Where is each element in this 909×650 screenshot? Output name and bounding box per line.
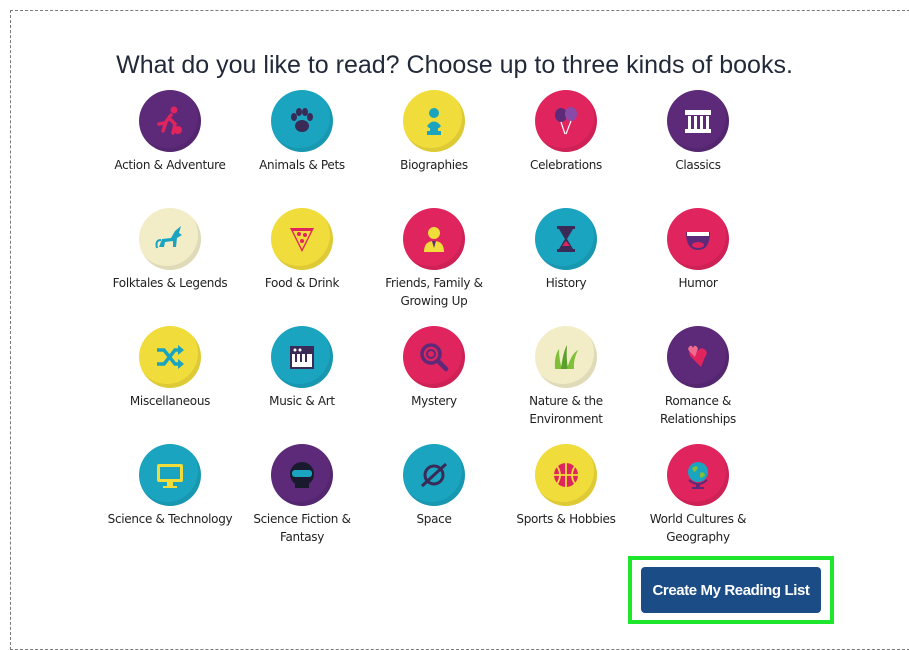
grass-icon	[535, 326, 597, 388]
person-icon	[403, 208, 465, 270]
category-mystery[interactable]: Mystery	[368, 326, 500, 444]
keyboard-icon	[271, 326, 333, 388]
category-label: Mystery	[411, 394, 457, 408]
category-biographies[interactable]: Biographies	[368, 90, 500, 208]
running-figure-icon	[139, 90, 201, 152]
category-grid: Action & Adventure Animals & Pets Biogra…	[104, 90, 764, 562]
bust-statue-icon	[403, 90, 465, 152]
category-label: Classics	[675, 158, 721, 172]
astronaut-helmet-icon	[271, 444, 333, 506]
category-food-drink[interactable]: Food & Drink	[236, 208, 368, 326]
magnifying-glass-icon	[403, 326, 465, 388]
category-label: Sports & Hobbies	[516, 512, 616, 526]
category-history[interactable]: History	[500, 208, 632, 326]
category-label: Space	[416, 512, 452, 526]
category-space[interactable]: Space	[368, 444, 500, 562]
category-science-technology[interactable]: Science & Technology	[104, 444, 236, 562]
hourglass-icon	[535, 208, 597, 270]
category-label: Science & Technology	[107, 512, 233, 526]
category-humor[interactable]: Humor	[632, 208, 764, 326]
category-label: Miscellaneous	[129, 394, 211, 408]
computer-monitor-icon	[139, 444, 201, 506]
category-label: History	[545, 276, 587, 290]
category-label: Biographies	[400, 158, 468, 172]
paw-icon	[271, 90, 333, 152]
hearts-icon	[667, 326, 729, 388]
category-celebrations[interactable]: Celebrations	[500, 90, 632, 208]
category-romance-relationships[interactable]: Romance & Relationships	[632, 326, 764, 444]
category-label: Nature & the Environment	[529, 394, 603, 426]
pizza-slice-icon	[271, 208, 333, 270]
category-sports-hobbies[interactable]: Sports & Hobbies	[500, 444, 632, 562]
category-nature-environment[interactable]: Nature & the Environment	[500, 326, 632, 444]
create-reading-list-button[interactable]: Create My Reading List	[641, 567, 821, 613]
laughing-mouth-icon	[667, 208, 729, 270]
planet-icon	[403, 444, 465, 506]
category-label: Romance & Relationships	[659, 394, 737, 426]
category-music-art[interactable]: Music & Art	[236, 326, 368, 444]
category-friends-family[interactable]: Friends, Family & Growing Up	[368, 208, 500, 326]
category-animals-pets[interactable]: Animals & Pets	[236, 90, 368, 208]
category-science-fiction-fantasy[interactable]: Science Fiction & Fantasy	[236, 444, 368, 562]
category-world-cultures[interactable]: World Cultures & Geography	[632, 444, 764, 562]
category-label: Celebrations	[529, 158, 603, 172]
balloons-icon	[535, 90, 597, 152]
page-heading: What do you like to read? Choose up to t…	[116, 50, 793, 79]
category-action-adventure[interactable]: Action & Adventure	[104, 90, 236, 208]
category-label: Animals & Pets	[259, 158, 345, 172]
category-label: Music & Art	[269, 394, 335, 408]
category-label: Action & Adventure	[114, 158, 226, 172]
category-label: Folktales & Legends	[112, 276, 228, 290]
columns-building-icon	[667, 90, 729, 152]
category-label: World Cultures & Geography	[649, 512, 747, 544]
globe-icon	[667, 444, 729, 506]
category-miscellaneous[interactable]: Miscellaneous	[104, 326, 236, 444]
category-label: Science Fiction & Fantasy	[253, 512, 351, 544]
category-classics[interactable]: Classics	[632, 90, 764, 208]
basketball-icon	[535, 444, 597, 506]
category-label: Humor	[678, 276, 718, 290]
category-folktales-legends[interactable]: Folktales & Legends	[104, 208, 236, 326]
unicorn-icon	[139, 208, 201, 270]
category-label: Friends, Family & Growing Up	[385, 276, 483, 308]
shuffle-icon	[139, 326, 201, 388]
category-label: Food & Drink	[264, 276, 340, 290]
cta-highlight: Create My Reading List	[628, 556, 834, 624]
